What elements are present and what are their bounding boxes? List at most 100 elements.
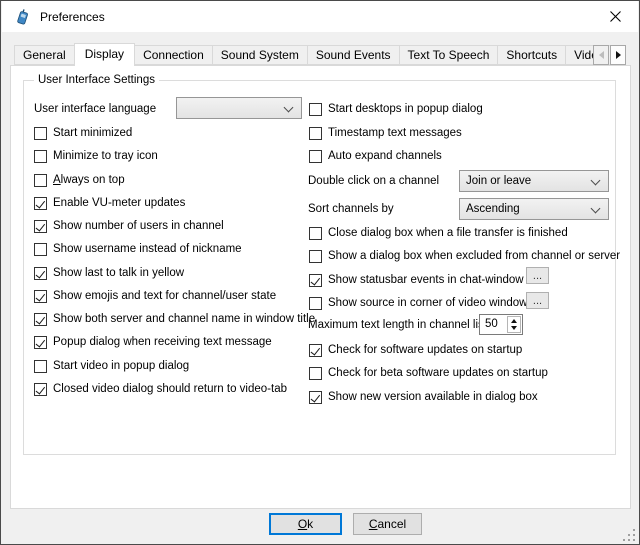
statusbar-events-more-button[interactable]: ... [526,267,549,284]
checkbox[interactable] [309,274,322,287]
checkbox[interactable] [309,344,322,357]
checkbox[interactable] [309,227,322,240]
tab-text-to-speech[interactable]: Text To Speech [399,45,499,65]
row-auto-expand: Auto expand channels [309,149,442,164]
checkbox-label: Show number of users in channel [53,220,224,233]
checkbox-label: Show statusbar events in chat-window [328,274,524,287]
checkbox-label: Minimize to tray icon [53,150,158,163]
cancel-button[interactable]: Cancel [353,513,422,535]
checkbox[interactable] [34,290,47,303]
group-title: User Interface Settings [34,74,159,86]
tab-scroll-right-button[interactable] [610,45,626,65]
tab-scroll-left-button[interactable] [593,45,609,65]
row-desktops-popup: Start desktops in popup dialog [309,102,483,117]
checkbox[interactable] [34,220,47,233]
checkbox[interactable] [34,383,47,396]
checkbox[interactable] [34,197,47,210]
checkbox-label: Start minimized [53,127,132,140]
checkbox-label: Show new version available in dialog box [328,391,538,404]
double-click-value: Join or leave [466,175,531,187]
checkbox[interactable] [309,250,322,263]
double-click-label: Double click on a channel [308,174,439,188]
ok-button[interactable]: Ok [269,513,342,535]
tab-sound-events[interactable]: Sound Events [307,45,400,65]
spinner-buttons [507,316,521,333]
window-title: Preferences [40,10,105,24]
checkbox[interactable] [34,313,47,326]
row-vu-meter: Enable VU-meter updates [34,196,185,211]
row-start-minimized: Start minimized [34,126,132,141]
row-show-username: Show username instead of nickname [34,242,242,257]
chevron-down-icon [591,204,601,214]
spin-down-button[interactable] [508,325,520,333]
spin-up-button[interactable] [508,317,520,325]
checkbox-label: Check for beta software updates on start… [328,367,548,380]
checkbox-label: Enable VU-meter updates [53,197,185,210]
checkbox[interactable] [34,243,47,256]
checkbox-label: Always on top [53,174,125,187]
arrow-down-icon [511,326,517,330]
checkbox-label: Start video in popup dialog [53,360,189,373]
tab-general[interactable]: General [14,45,75,65]
checkbox[interactable] [34,267,47,280]
tab-connection[interactable]: Connection [134,45,213,65]
video-source-more-button[interactable]: ... [526,292,549,309]
arrow-right-icon [616,51,621,59]
checkbox-label: Show last to talk in yellow [53,267,184,280]
row-window-title: Show both server and channel name in win… [34,312,315,327]
checkbox-label: Auto expand channels [328,150,442,163]
checkbox-label: Close dialog box when a file transfer is… [328,227,568,240]
checkbox-label: Timestamp text messages [328,127,462,140]
tab-shortcuts[interactable]: Shortcuts [497,45,566,65]
resize-grip[interactable] [623,529,625,531]
row-show-user-count: Show number of users in channel [34,219,224,234]
checkbox[interactable] [34,336,47,349]
row-show-emojis: Show emojis and text for channel/user st… [34,289,276,304]
row-minimize-to-tray: Minimize to tray icon [34,149,158,164]
checkbox-label: Show both server and channel name in win… [53,313,315,326]
checkbox[interactable] [34,360,47,373]
row-excluded-dialog: Show a dialog box when excluded from cha… [309,249,620,264]
ok-button-label: Ok [298,517,313,531]
arrow-up-icon [511,319,517,323]
row-statusbar-events: Show statusbar events in chat-window [309,273,524,288]
language-combobox[interactable] [176,97,302,119]
checkbox[interactable] [309,150,322,163]
chevron-down-icon [591,176,601,186]
close-icon [610,11,621,22]
sort-channels-label: Sort channels by [308,202,394,216]
tab-bar: General Display Connection Sound System … [14,45,614,65]
tab-sound-system[interactable]: Sound System [212,45,308,65]
language-label: User interface language [34,102,156,116]
arrow-left-icon [599,51,604,59]
checkbox-label: Start desktops in popup dialog [328,103,483,116]
close-button[interactable] [593,1,638,32]
checkbox[interactable] [34,150,47,163]
row-video-source-corner: Show source in corner of video window [309,296,527,311]
max-text-length-spinner[interactable]: 50 [479,314,523,335]
row-popup-text-message: Popup dialog when receiving text message [34,335,272,350]
row-last-to-talk: Show last to talk in yellow [34,266,184,281]
checkbox[interactable] [309,367,322,380]
row-new-version-dialog: Show new version available in dialog box [309,390,538,405]
tab-display[interactable]: Display [74,43,135,66]
checkbox[interactable] [309,391,322,404]
sort-channels-combobox[interactable]: Ascending [459,198,609,220]
checkbox-label: Closed video dialog should return to vid… [53,383,287,396]
checkbox[interactable] [309,127,322,140]
row-video-popup: Start video in popup dialog [34,359,189,374]
titlebar[interactable]: Preferences [2,1,638,32]
checkbox-label: Show a dialog box when excluded from cha… [328,250,620,263]
checkbox-label: Show username instead of nickname [53,243,242,256]
checkbox[interactable] [309,103,322,116]
row-check-updates: Check for software updates on startup [309,343,522,358]
checkbox[interactable] [34,127,47,140]
double-click-combobox[interactable]: Join or leave [459,170,609,192]
checkbox[interactable] [34,174,47,187]
chevron-down-icon [284,103,294,113]
preferences-dialog: Preferences General Display Connection S… [0,0,640,545]
checkbox[interactable] [309,297,322,310]
teamtalk-app-icon [15,9,31,25]
display-tab-page: User Interface Settings User interface l… [10,65,631,509]
row-close-file-transfer: Close dialog box when a file transfer is… [309,226,568,241]
